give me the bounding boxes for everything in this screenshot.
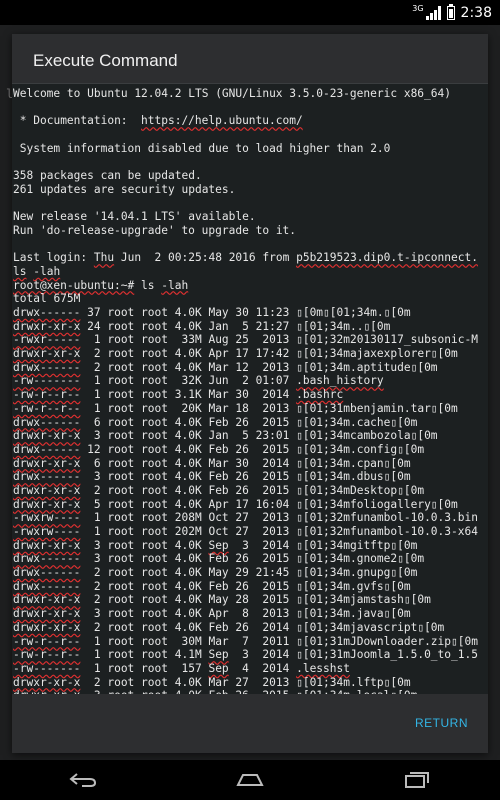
terminal-line: drwxr-xr-x 2 root root 4.0K Mar 27 2013 … (13, 675, 411, 689)
terminal-line: Last login: Thu Jun 2 00:25:48 2016 from… (13, 251, 478, 265)
terminal-line: * Documentation: https://help.ubuntu.com… (19, 114, 303, 128)
terminal-line: 261 updates are security updates. (13, 182, 236, 196)
terminal-line: -rw------- 1 root root 32K Jun 2 01:07 .… (13, 374, 384, 388)
recents-icon (404, 772, 429, 788)
terminal-line: drwx------ 2 root root 4.0K May 29 21:45… (13, 566, 418, 580)
back-button[interactable] (53, 760, 113, 800)
clock: 2:38 (460, 4, 492, 21)
terminal-line: drwx------ 12 root root 4.0K Feb 26 2015… (13, 442, 425, 456)
terminal-line: -rw-r--r-- 1 root root 20K Mar 18 2013 ▯… (13, 401, 458, 415)
terminal-line: -rw-r--r-- 1 root root 30M Mar 7 2011 ▯[… (13, 634, 478, 648)
recents-button[interactable] (387, 760, 447, 800)
terminal-line: drwx------ 37 root root 4.0K May 30 11:2… (13, 306, 411, 319)
terminal-line: -rwxrw---- 1 root root 208M Oct 27 2013 … (13, 511, 478, 525)
terminal-line: drwxr-xr-x 3 root root 4.0K Jan 5 23:01 … (13, 429, 438, 443)
network-type: 3G (412, 4, 424, 13)
terminal-line: drwxr-xr-x 3 root root 4.0K Feb 26 2015 … (13, 689, 488, 694)
terminal-line: drwx------ 3 root root 4.0K Feb 26 2015 … (13, 470, 411, 484)
terminal-line: drwxr-xr-x 2 root root 4.0K Apr 17 17:42… (13, 347, 458, 361)
home-icon (236, 774, 264, 786)
terminal-line: drwx------ 3 root root 4.0K Feb 26 2015 … (13, 552, 425, 566)
navigation-bar (0, 760, 500, 800)
terminal-line: -rwxr----- 1 root root 33M Aug 25 2013 ▯… (13, 333, 478, 347)
execute-command-dialog: Execute Command Welcome to Ubuntu 12.04.… (12, 34, 488, 753)
terminal-line: drwxr-xr-x 5 root root 4.0K Apr 17 16:04… (13, 497, 458, 511)
dialog-title: Execute Command (33, 51, 178, 70)
terminal-line: root@xen-ubuntu:~# ls -lah (13, 278, 189, 292)
terminal-line: drwx------ 2 root root 4.0K Mar 12 2013 … (13, 360, 438, 374)
terminal-line: total 675M (13, 292, 81, 306)
terminal-line: drwxr-xr-x 2 root root 4.0K Feb 26 2014 … (13, 620, 445, 634)
terminal-line: System information disabled due to load … (19, 141, 391, 155)
terminal-line: drwxr-xr-x 3 root root 4.0K Apr 8 2013 ▯… (13, 607, 411, 621)
battery-icon (446, 3, 455, 20)
terminal-lines: Welcome to Ubuntu 12.04.2 LTS (GNU/Linux… (12, 84, 488, 694)
terminal-line: Welcome to Ubuntu 12.04.2 LTS (GNU/Linux… (13, 87, 451, 100)
return-button[interactable]: RETURN (415, 716, 468, 730)
terminal-line: drwx------ 6 root root 4.0K Feb 26 2015 … (13, 415, 418, 429)
terminal-line: drwxr-xr-x 3 root root 4.0K Sep 3 2014 ▯… (13, 538, 418, 552)
terminal-line: drwxr-xr-x 6 root root 4.0K Mar 30 2014 … (13, 456, 411, 470)
terminal-line: ls -lah (13, 264, 61, 278)
terminal-line: 358 packages can be updated. (13, 169, 202, 183)
terminal-line: -rw-r--r-- 1 root root 3.1K Mar 30 2014 … (13, 388, 344, 402)
terminal-line: -rw-r--r-- 1 root root 4.1M Sep 3 2014 ▯… (13, 648, 478, 662)
terminal-line: Run 'do-release-upgrade' to upgrade to i… (13, 223, 297, 237)
terminal-line: -rwxrw---- 1 root root 202M Oct 27 2013 … (13, 525, 478, 538)
terminal-line: New release '14.04.1 LTS' available. (13, 210, 256, 224)
back-icon (69, 773, 97, 787)
terminal-line: drwxr-xr-x 24 root root 4.0K Jan 5 21:27… (13, 319, 391, 333)
terminal-line: -rw------- 1 root root 157 Sep 4 2014 .l… (13, 661, 350, 675)
terminal-line: drwxr-xr-x 2 root root 4.0K May 28 2015 … (13, 593, 431, 607)
terminal-line: drwxr-xr-x 2 root root 4.0K Feb 26 2015 … (13, 483, 425, 497)
terminal-output[interactable]: Welcome to Ubuntu 12.04.2 LTS (GNU/Linux… (12, 83, 488, 694)
terminal-line: drwx------ 2 root root 4.0K Feb 26 2015 … (13, 579, 411, 593)
status-bar: 3G 2:38 (0, 0, 500, 25)
signal-icon (425, 5, 441, 20)
home-button[interactable] (220, 760, 280, 800)
